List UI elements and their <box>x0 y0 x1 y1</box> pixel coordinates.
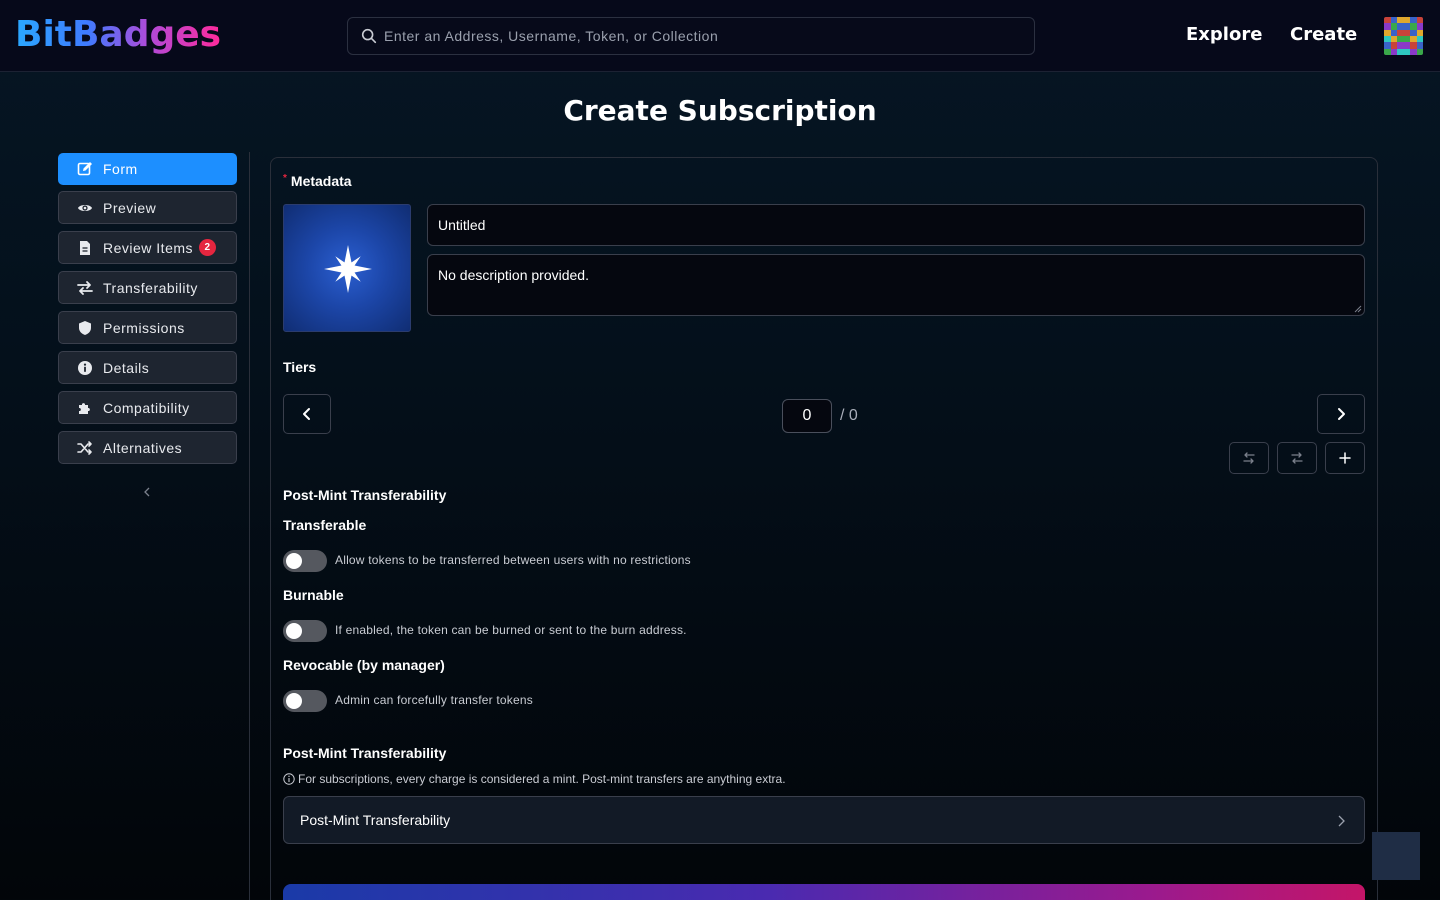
metadata-label: Metadata <box>290 173 352 189</box>
post-mint-heading: Post-Mint Transferability <box>283 487 447 503</box>
star-icon <box>324 245 372 293</box>
sidebar-item-details[interactable]: Details <box>58 351 237 384</box>
sidebar-item-permissions[interactable]: Permissions <box>58 311 237 344</box>
chevron-left-icon <box>303 408 310 420</box>
post-mint-info: For subscriptions, every charge is consi… <box>283 772 786 786</box>
chevron-left-icon[interactable] <box>141 484 153 500</box>
burnable-toggle[interactable] <box>283 620 327 642</box>
tier-page-input[interactable]: 0 <box>782 399 832 433</box>
burnable-label: Burnable <box>283 587 344 603</box>
floating-action-button[interactable] <box>1372 832 1420 880</box>
shield-icon <box>77 320 93 336</box>
post-mint-info-text: For subscriptions, every charge is consi… <box>298 772 786 786</box>
transferable-label: Transferable <box>283 517 367 533</box>
sidebar-item-label: Review Items <box>103 239 194 256</box>
revocable-description: Admin can forcefully transfer tokens <box>335 693 533 707</box>
avatar[interactable] <box>1384 17 1423 55</box>
document-icon <box>77 240 93 256</box>
move-tier-left-button[interactable] <box>1229 442 1269 474</box>
info-icon <box>77 360 93 376</box>
transferable-toggle[interactable] <box>283 550 327 572</box>
burnable-description: If enabled, the token can be burned or s… <box>335 623 687 637</box>
chevron-right-icon <box>1338 408 1345 420</box>
transferable-description: Allow tokens to be transferred between u… <box>335 553 691 567</box>
collection-image[interactable] <box>283 204 411 332</box>
puzzle-icon <box>77 400 93 416</box>
add-tier-button[interactable] <box>1325 442 1365 474</box>
move-tier-right-button[interactable] <box>1277 442 1317 474</box>
info-circle-icon <box>283 773 295 785</box>
swap-icon <box>77 280 93 296</box>
revocable-toggle[interactable] <box>283 690 327 712</box>
swap-right-icon <box>1291 452 1303 464</box>
sidebar-item-label: Permissions <box>103 319 185 336</box>
search-icon <box>361 28 377 44</box>
sidebar-item-transferability[interactable]: Transferability <box>58 271 237 304</box>
search-bar[interactable] <box>347 17 1035 55</box>
chevron-right-icon <box>1338 815 1345 827</box>
plus-icon <box>1339 452 1351 464</box>
panel-label: Post-Mint Transferability <box>300 812 451 828</box>
required-marker: * <box>283 173 287 184</box>
create-link[interactable]: Create <box>1290 24 1357 45</box>
sidebar-item-label: Preview <box>103 199 157 216</box>
next-tier-button[interactable] <box>1317 394 1365 434</box>
review-count-badge: 2 <box>199 239 217 256</box>
sidebar-item-review-items[interactable]: Review Items 2 <box>58 231 237 264</box>
search-input[interactable] <box>384 28 984 44</box>
post-mint-transferability-panel[interactable]: Post-Mint Transferability <box>283 796 1365 844</box>
sidebar-item-label: Form <box>103 161 138 177</box>
shuffle-icon <box>77 440 93 456</box>
tier-page-total: / 0 <box>840 407 858 424</box>
top-header: BitBadges Explore Create <box>0 0 1440 72</box>
resize-handle-icon[interactable] <box>1354 305 1362 313</box>
description-textarea[interactable]: No description provided. <box>427 254 1365 316</box>
sidebar-item-preview[interactable]: Preview <box>58 191 237 224</box>
post-mint-heading-2: Post-Mint Transferability <box>283 745 447 761</box>
sidebar-item-label: Compatibility <box>103 399 190 416</box>
revocable-label: Revocable (by manager) <box>283 657 445 673</box>
name-input[interactable]: Untitled <box>427 204 1365 246</box>
sidebar-item-label: Details <box>103 359 150 376</box>
explore-link[interactable]: Explore <box>1186 24 1262 45</box>
sidebar-item-label: Transferability <box>103 279 198 296</box>
sidebar-item-alternatives[interactable]: Alternatives <box>58 431 237 464</box>
tiers-label: Tiers <box>283 359 317 375</box>
edit-icon <box>77 161 93 177</box>
metadata-heading: * Metadata <box>283 173 352 189</box>
swap-left-icon <box>1243 452 1255 464</box>
sidebar-divider <box>249 152 250 900</box>
page-title: Create Subscription <box>563 94 877 127</box>
avatar-pixel <box>1416 48 1423 55</box>
previous-tier-button[interactable] <box>283 394 331 434</box>
sidebar-item-label: Alternatives <box>103 439 183 456</box>
eye-icon <box>77 200 93 216</box>
sidebar-item-compatibility[interactable]: Compatibility <box>58 391 237 424</box>
sidebar-item-form[interactable]: Form <box>58 153 237 185</box>
bitbadges-logo[interactable]: BitBadges <box>15 12 221 58</box>
create-submit-button[interactable] <box>283 884 1365 900</box>
